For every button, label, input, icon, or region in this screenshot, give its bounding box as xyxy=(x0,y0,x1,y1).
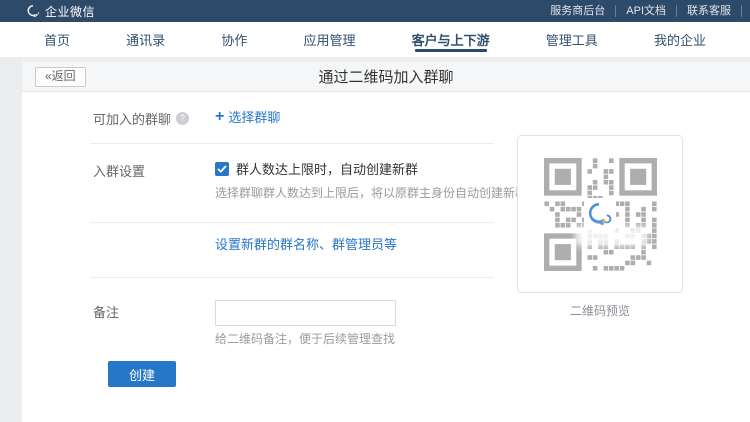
contact-support-link[interactable]: 联系客服 xyxy=(677,5,742,17)
create-button[interactable]: 创建 xyxy=(108,361,176,387)
page-title: 通过二维码加入群聊 xyxy=(22,66,750,87)
main-nav: 首页 通讯录 协作 应用管理 客户与上下游 管理工具 我的企业 xyxy=(0,22,750,57)
card-header: 通过二维码加入群聊 «返回 xyxy=(22,62,750,92)
content-card: 通过二维码加入群聊 «返回 可加入的群聊 ? + 选择群聊 入群设置 群人数达上… xyxy=(22,62,750,422)
select-group-link[interactable]: + 选择群聊 xyxy=(215,107,280,126)
nav-item-contacts[interactable]: 通讯录 xyxy=(120,22,171,57)
qr-code xyxy=(544,158,657,271)
nav-label: 通讯录 xyxy=(126,30,165,49)
qr-center-logo xyxy=(584,198,616,230)
nav-label: 客户与上下游 xyxy=(412,30,490,49)
nav-item-my-enterprise[interactable]: 我的企业 xyxy=(648,22,712,57)
chat-bubble-icon xyxy=(26,4,40,18)
divider xyxy=(90,277,494,278)
nav-item-customers[interactable]: 客户与上下游 xyxy=(406,22,496,57)
nav-label: 协作 xyxy=(221,30,247,49)
topbar-links: 服务商后台 API文档 联系客服 xyxy=(540,0,742,22)
logo-text: 企业微信 xyxy=(45,3,95,20)
nav-item-collaboration[interactable]: 协作 xyxy=(215,22,253,57)
nav-item-admin-tools[interactable]: 管理工具 xyxy=(540,22,604,57)
active-tab-underline xyxy=(415,49,487,52)
new-group-settings-link[interactable]: 设置新群的群名称、群管理员等 xyxy=(215,234,397,253)
remark-label: 备注 xyxy=(93,302,119,321)
auto-create-checkbox[interactable] xyxy=(215,162,229,176)
new-group-settings-link-text: 设置新群的群名称、群管理员等 xyxy=(215,234,397,253)
auto-create-group-option: 群人数达上限时，自动创建新群 xyxy=(215,159,418,178)
plus-icon: + xyxy=(215,110,224,124)
remark-input[interactable] xyxy=(215,300,396,326)
joinable-group-label: 可加入的群聊 ? xyxy=(93,109,189,128)
auto-create-helper-text: 选择群聊群人数达到上限后，将以原群主身份自动创建新群 xyxy=(215,184,527,201)
nav-item-home[interactable]: 首页 xyxy=(38,22,76,57)
wecom-bubble-icon xyxy=(587,201,613,227)
nav-item-app-management[interactable]: 应用管理 xyxy=(297,22,361,57)
join-settings-label-text: 入群设置 xyxy=(93,161,145,180)
divider xyxy=(90,143,494,144)
joinable-group-label-text: 可加入的群聊 xyxy=(93,109,171,128)
api-docs-link[interactable]: API文档 xyxy=(616,5,677,17)
divider xyxy=(90,222,494,223)
qr-preview-caption: 二维码预览 xyxy=(517,302,683,319)
checkmark-icon xyxy=(217,165,227,173)
qr-preview-panel xyxy=(517,135,683,293)
remark-helper-text: 给二维码备注，便于后续管理查找 xyxy=(215,330,395,347)
auto-create-checkbox-label: 群人数达上限时，自动创建新群 xyxy=(236,159,418,178)
nav-label: 首页 xyxy=(44,30,70,49)
topbar: 企业微信 服务商后台 API文档 联系客服 xyxy=(0,0,750,22)
wecom-admin-page: 企业微信 服务商后台 API文档 联系客服 首页 通讯录 协作 应用管理 客户与… xyxy=(0,0,750,422)
wecom-logo: 企业微信 xyxy=(26,3,95,20)
join-settings-label: 入群设置 xyxy=(93,161,145,180)
nav-label: 管理工具 xyxy=(546,30,598,49)
nav-label: 我的企业 xyxy=(654,30,706,49)
help-icon[interactable]: ? xyxy=(176,112,189,125)
qr-watermark-blur xyxy=(575,226,647,245)
remark-label-text: 备注 xyxy=(93,302,119,321)
select-group-link-text: 选择群聊 xyxy=(228,107,280,126)
nav-label: 应用管理 xyxy=(303,30,355,49)
provider-console-link[interactable]: 服务商后台 xyxy=(540,5,616,17)
